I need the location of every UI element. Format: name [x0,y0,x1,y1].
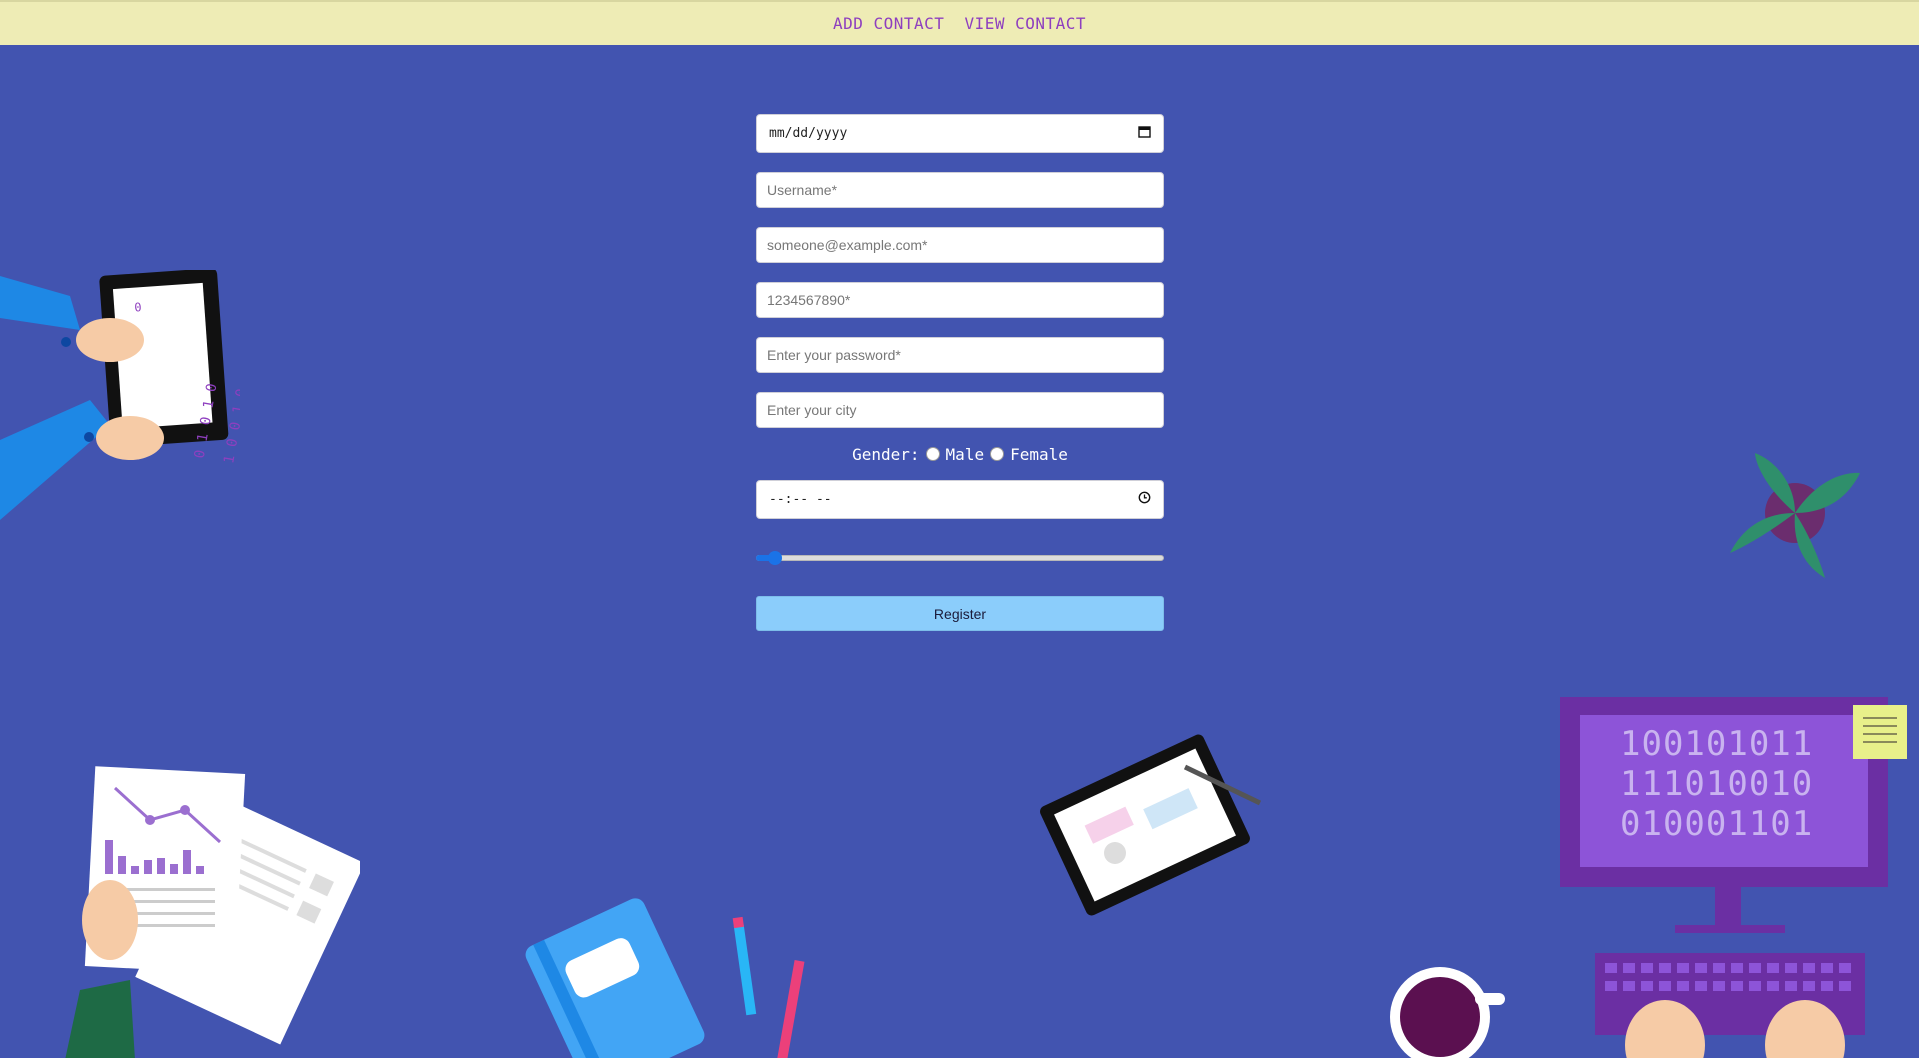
top-navbar: ADD CONTACT VIEW CONTACT [0,0,1919,45]
username-input[interactable] [756,172,1164,208]
time-input[interactable]: --:-- -- [756,480,1164,519]
chart-papers-illustration [65,766,360,1058]
computer-illustration: 100101011 111010010 010001101 [1560,697,1907,1058]
city-input[interactable] [756,392,1164,428]
tablet-hands-illustration: 0 0 1 0 1 0 1 0 0 1 0 [0,270,240,520]
time-value: --:-- -- [769,492,832,507]
svg-text:0: 0 [134,300,142,314]
female-label: Female [1010,444,1068,464]
add-contact-link[interactable]: ADD CONTACT [833,14,944,33]
email-input[interactable] [756,227,1164,263]
range-slider[interactable] [756,551,1164,565]
slider-track[interactable] [756,555,1164,561]
notebook-pencils-illustration [525,898,805,1058]
monitor-line-3: 010001101 [1620,804,1813,844]
date-input[interactable]: mm/dd/yyyy [756,114,1164,153]
gender-label: Gender: [852,444,920,464]
male-label: Male [945,444,985,464]
date-value: mm/dd/yyyy [769,126,848,141]
gender-group: Gender: Male Female [756,441,1164,467]
female-radio[interactable] [990,447,1005,461]
view-contact-link[interactable]: VIEW CONTACT [964,14,1086,33]
monitor-line-1: 100101011 [1620,724,1813,764]
password-input[interactable] [756,337,1164,373]
clock-icon[interactable] [1138,491,1151,508]
monitor-line-2: 111010010 [1620,764,1813,804]
male-radio[interactable] [925,447,940,461]
drawing-tablet-illustration [1040,734,1262,916]
coffee-cup-illustration [1390,967,1505,1058]
page-background: ADD CONTACT VIEW CONTACT 0 0 1 0 1 0 1 0… [0,0,1919,1058]
phone-input[interactable] [756,282,1164,318]
slider-thumb[interactable] [768,551,782,565]
calendar-icon[interactable] [1138,125,1151,142]
plant-illustration [1730,453,1860,578]
register-button[interactable]: Register [756,596,1164,631]
